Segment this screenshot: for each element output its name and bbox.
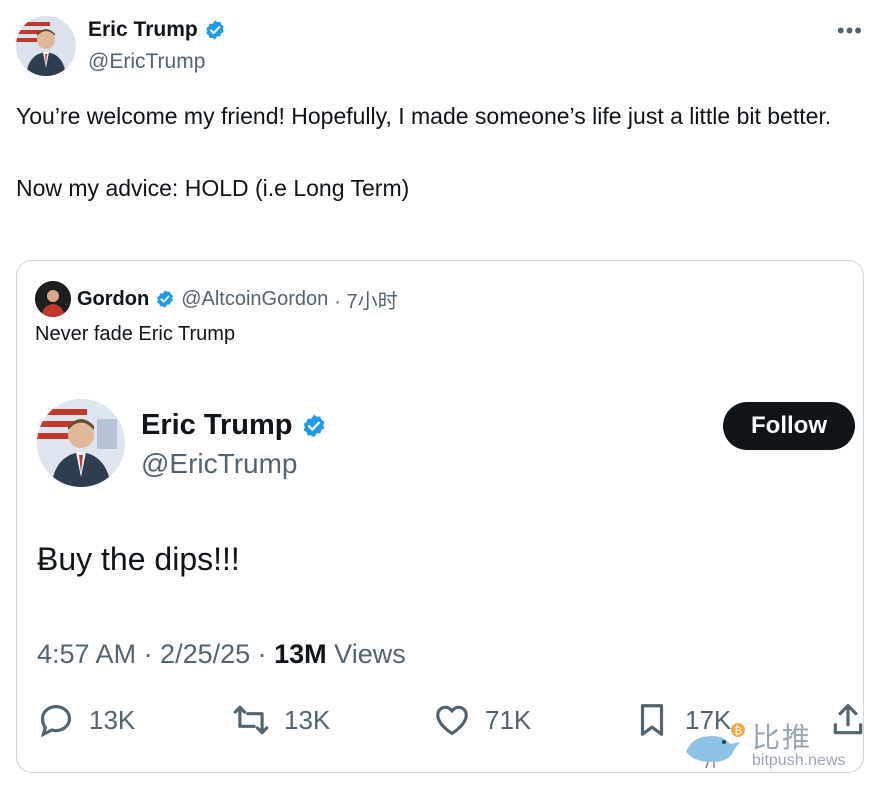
more-horizontal-icon[interactable]: ••• (837, 18, 863, 44)
author-name-row: Eric Trump (88, 18, 226, 42)
like-count: 71K (485, 704, 532, 735)
watermark-cn-text: 比推 (752, 722, 813, 753)
tweet-text-line: Now my advice: HOLD (i.e Long Term) (16, 175, 410, 201)
reply-icon (40, 704, 72, 738)
author-name[interactable]: Eric Trump (88, 18, 198, 42)
verified-badge-icon (157, 290, 174, 308)
retweet-count: 13K (284, 704, 331, 735)
verified-badge-icon (205, 20, 224, 40)
embedded-author-handle: @EricTrump (141, 448, 298, 479)
bird-logo-icon: ₿ (686, 723, 745, 768)
bitpush-watermark: ₿ 比推 bitpush.news (680, 712, 870, 772)
reply-count: 13K (89, 704, 136, 735)
author-avatar[interactable] (16, 16, 76, 76)
tweet-text-line: You’re welcome my friend! Hopefully, I m… (16, 103, 832, 129)
follow-button: Follow (723, 402, 855, 450)
heart-icon (436, 705, 468, 736)
embedded-tweet-meta: 4:57 AM · 2/25/25 · 13M Views (37, 639, 406, 670)
like-action: 71K (433, 701, 531, 739)
retweet-icon (233, 705, 269, 735)
embedded-author-name: Eric Trump (141, 409, 293, 441)
watermark-en-text: bitpush.news (752, 752, 846, 769)
views-count: 13M (274, 639, 327, 669)
embedded-name-row: Eric Trump (141, 409, 327, 442)
tweet-text: You’re welcome my friend! Hopefully, I m… (16, 98, 856, 206)
quoted-tweet-card[interactable]: Gordon @AltcoinGordon · 7小时 Never fade E… (16, 260, 864, 773)
reply-action: 13K (37, 701, 135, 739)
quote-timestamp[interactable]: · 7小时 (334, 285, 397, 314)
quote-header: Gordon @AltcoinGordon · 7小时 (35, 281, 398, 317)
svg-text:₿: ₿ (734, 725, 741, 737)
retweet-action: 13K (232, 701, 330, 739)
quote-author-handle[interactable]: @AltcoinGordon (181, 288, 328, 311)
bookmark-icon (640, 704, 664, 736)
embedded-timestamp: 4:57 AM · 2/25/25 · (37, 639, 275, 669)
verified-badge-icon (303, 414, 324, 437)
quote-text: Never fade Eric Trump (35, 323, 236, 345)
author-handle[interactable]: @EricTrump (88, 50, 205, 74)
quote-author-name[interactable]: Gordon (77, 288, 149, 311)
quote-author-avatar[interactable] (35, 281, 71, 317)
views-label: Views (326, 639, 406, 669)
embedded-tweet-text: Ƀuy the dips!!! (37, 541, 240, 577)
embedded-author-avatar (37, 399, 125, 487)
